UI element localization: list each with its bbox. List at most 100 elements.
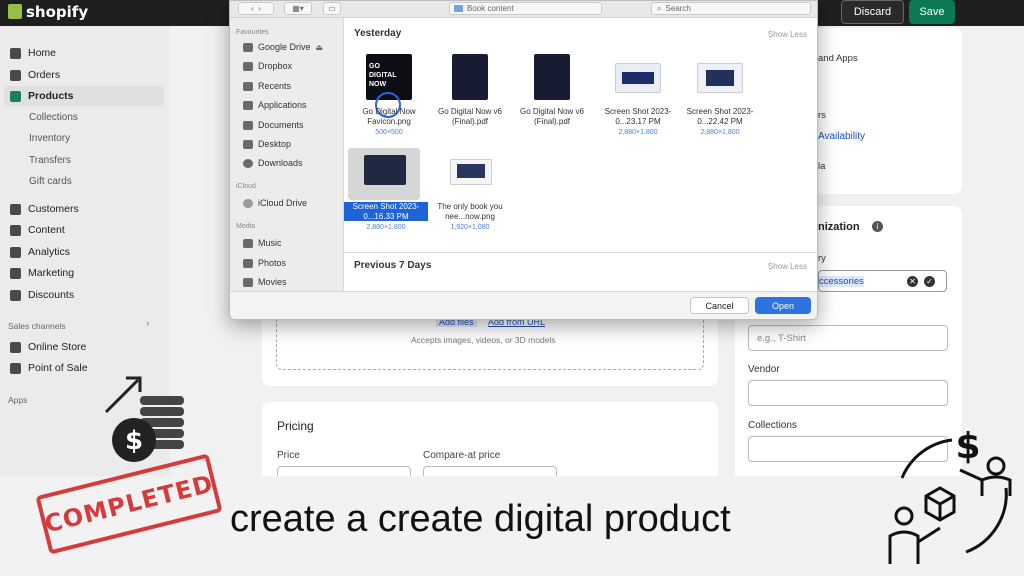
view-mode-icon[interactable]: ▦▾ xyxy=(284,2,312,15)
sidebar-dropbox[interactable]: Dropbox xyxy=(243,61,292,71)
sidebar-item-gift-cards[interactable]: Gift cards xyxy=(29,176,72,187)
pdf-thumbnail[interactable] xyxy=(534,54,570,100)
sales-channels-label: Sales channels xyxy=(8,321,66,331)
orders-icon xyxy=(10,69,21,81)
sidebar-item-content[interactable]: Content xyxy=(10,222,65,238)
file-picker-dialog: ‹ › ▦▾ ▭ Book content ⌕ Search Favourites… xyxy=(229,0,818,320)
sidebar-item-point-of-sale[interactable]: Point of Sale xyxy=(10,360,88,376)
pricing-title: Pricing xyxy=(277,419,314,433)
cancel-button[interactable]: Cancel xyxy=(690,297,749,314)
discard-button[interactable]: Discard xyxy=(841,0,904,24)
photos-icon xyxy=(243,258,253,268)
file-name[interactable]: Screen Shot 2023-0...23.17 PM xyxy=(598,107,678,126)
favourites-header: Favourites xyxy=(236,29,269,36)
sidebar-icloud-drive[interactable]: iCloud Drive xyxy=(243,198,307,208)
divider xyxy=(344,252,817,253)
desktop-icon xyxy=(243,139,253,149)
discount-icon xyxy=(10,289,21,301)
cloud-icon xyxy=(243,198,253,208)
group-previous-7-days: Previous 7 Days xyxy=(354,260,432,271)
group-yesterday: Yesterday xyxy=(354,28,402,39)
sidebar-item-analytics[interactable]: Analytics xyxy=(10,244,70,260)
sidebar-item-customers[interactable]: Customers xyxy=(10,201,79,217)
file-name[interactable]: Go Digital Now v6 (Final).pdf xyxy=(430,107,510,126)
show-less-link[interactable]: Show Less xyxy=(768,30,807,39)
vendor-input[interactable] xyxy=(748,380,948,406)
availability-link[interactable]: Availability xyxy=(818,131,865,142)
chevron-right-icon[interactable]: › xyxy=(146,318,149,329)
pos-icon xyxy=(10,362,21,374)
music-icon xyxy=(243,238,253,248)
price-label: Price xyxy=(277,450,300,461)
marketing-icon xyxy=(10,267,21,279)
sidebar-photos[interactable]: Photos xyxy=(243,258,286,268)
search-icon: ⌕ xyxy=(657,3,662,13)
eject-icon[interactable]: ⏏ xyxy=(316,43,324,52)
product-type-input[interactable]: e.g., T-Shirt xyxy=(748,325,948,351)
sidebar-documents[interactable]: Documents xyxy=(243,120,304,130)
file-name[interactable]: The only book you nee...now.png xyxy=(430,202,510,221)
file-size: 1,920×1,080 xyxy=(450,224,490,231)
dialog-sidebar xyxy=(230,18,344,291)
media-accepts-text: Accepts images, videos, or 3D models xyxy=(411,335,556,345)
folder-icon xyxy=(454,5,463,12)
home-icon xyxy=(10,47,21,59)
file-size: 2,880×1,800 xyxy=(366,224,406,231)
drive-icon xyxy=(243,42,253,52)
tag-icon xyxy=(10,90,21,102)
markets-text: rs xyxy=(818,110,826,121)
file-size: 500×500 xyxy=(375,129,403,136)
file-name[interactable]: Screen Shot 2023-0...22.42 PM xyxy=(680,107,760,126)
location-select[interactable]: Book content xyxy=(449,2,602,15)
compare-price-label: Compare-at price xyxy=(423,450,501,461)
screenshot-thumbnail[interactable] xyxy=(615,63,661,93)
sidebar-music[interactable]: Music xyxy=(243,238,282,248)
file-name[interactable]: Go Digital Now Favicon.png xyxy=(349,107,429,126)
shopify-logo[interactable]: shopify xyxy=(8,3,88,21)
store-icon xyxy=(10,341,21,353)
sidebar-desktop[interactable]: Desktop xyxy=(243,139,291,149)
open-button[interactable]: Open xyxy=(755,297,811,314)
file-name-selected[interactable]: Screen Shot 2023-0...16.33 PM xyxy=(344,202,428,221)
clear-icon[interactable]: ✕ xyxy=(907,276,918,287)
new-folder-icon[interactable]: ▭ xyxy=(323,2,341,15)
icloud-header: iCloud xyxy=(236,183,256,190)
sidebar-item-collections[interactable]: Collections xyxy=(29,112,78,123)
show-less-link[interactable]: Show Less xyxy=(768,262,807,271)
document-icon xyxy=(243,120,253,130)
sidebar-applications[interactable]: Applications xyxy=(243,100,307,110)
applications-icon xyxy=(243,100,253,110)
search-input[interactable]: ⌕ Search xyxy=(651,2,811,15)
movies-icon xyxy=(243,277,253,287)
sidebar-item-products[interactable]: Products xyxy=(10,88,74,104)
sidebar-item-online-store[interactable]: Online Store xyxy=(10,339,86,355)
sidebar-item-orders[interactable]: Orders xyxy=(10,67,60,83)
download-icon xyxy=(243,158,253,168)
media-header: Media xyxy=(236,223,256,230)
sidebar-item-inventory[interactable]: Inventory xyxy=(29,133,70,144)
sidebar-google-drive[interactable]: Google Drive ⏏ xyxy=(243,42,323,52)
clock-icon xyxy=(243,81,253,91)
pdf-thumbnail[interactable] xyxy=(452,54,488,100)
apps-label: Apps xyxy=(8,395,28,405)
sidebar-recents[interactable]: Recents xyxy=(243,81,291,91)
sidebar-item-marketing[interactable]: Marketing xyxy=(10,265,74,281)
sidebar-item-transfers[interactable]: Transfers xyxy=(29,155,71,166)
collections-label: Collections xyxy=(748,420,797,431)
sidebar-item-home[interactable]: Home xyxy=(10,45,56,61)
screenshot-thumbnail[interactable] xyxy=(697,63,743,93)
save-button[interactable]: Save xyxy=(909,0,955,24)
person-icon xyxy=(10,203,21,215)
sidebar-downloads[interactable]: Downloads xyxy=(243,158,303,168)
back-forward-buttons[interactable]: ‹ › xyxy=(238,2,274,15)
check-icon[interactable]: ✓ xyxy=(924,276,935,287)
money-stack-icon: $ xyxy=(104,376,184,462)
sidebar-movies[interactable]: Movies xyxy=(243,277,287,287)
svg-text:$: $ xyxy=(125,426,143,456)
screenshot-thumbnail[interactable] xyxy=(364,155,406,185)
png-thumbnail[interactable] xyxy=(450,159,492,185)
file-size: 2,880×1,800 xyxy=(618,129,658,136)
info-icon[interactable]: i xyxy=(872,221,883,232)
sidebar-item-discounts[interactable]: Discounts xyxy=(10,287,74,303)
file-name[interactable]: Go Digital Now v6 (Final).pdf xyxy=(512,107,592,126)
